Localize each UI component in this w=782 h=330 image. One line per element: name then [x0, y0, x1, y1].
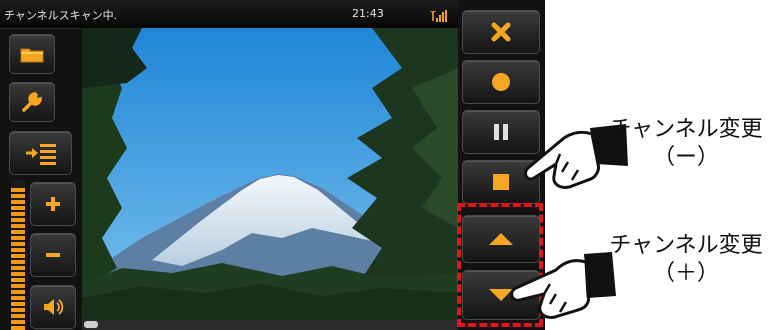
volume-up-button[interactable] — [30, 182, 76, 226]
pause-icon — [494, 124, 508, 140]
close-button[interactable] — [462, 10, 540, 54]
volume-down-button[interactable] — [30, 233, 76, 277]
video-display — [82, 28, 458, 320]
minus-icon — [46, 253, 60, 257]
callout-title: チャンネル変更 — [609, 233, 763, 258]
record-button[interactable] — [462, 60, 540, 104]
record-icon — [492, 73, 510, 91]
signal-strength-icon — [430, 10, 447, 22]
callout-sign: （ー） — [652, 145, 719, 170]
channel-plus-callout: チャンネル変更 （＋） — [592, 232, 780, 288]
seek-thumb[interactable] — [84, 321, 98, 328]
callout-title: チャンネル変更 — [609, 117, 763, 142]
volume-level-meter — [11, 180, 25, 330]
wrench-icon — [22, 92, 42, 112]
channel-minus-callout: チャンネル変更 （ー） — [592, 116, 780, 172]
plus-icon — [46, 197, 60, 211]
status-bar: チャンネルスキャン中. 21:43 — [0, 0, 458, 29]
seek-bar[interactable] — [82, 320, 458, 330]
callout-sign: （＋） — [652, 261, 719, 286]
mute-button[interactable] — [30, 285, 76, 329]
folder-icon — [20, 48, 44, 63]
close-icon — [491, 22, 511, 42]
playlist-icon — [25, 144, 56, 165]
status-text: チャンネルスキャン中. — [4, 9, 118, 22]
open-file-button[interactable] — [9, 34, 55, 74]
settings-button[interactable] — [9, 82, 55, 122]
channel-list-button[interactable] — [9, 131, 72, 175]
stop-icon — [493, 174, 509, 190]
volume-level-fill — [11, 187, 25, 330]
status-time: 21:43 — [352, 7, 384, 20]
speaker-icon — [44, 299, 64, 315]
mount-fuji-image — [82, 28, 458, 320]
